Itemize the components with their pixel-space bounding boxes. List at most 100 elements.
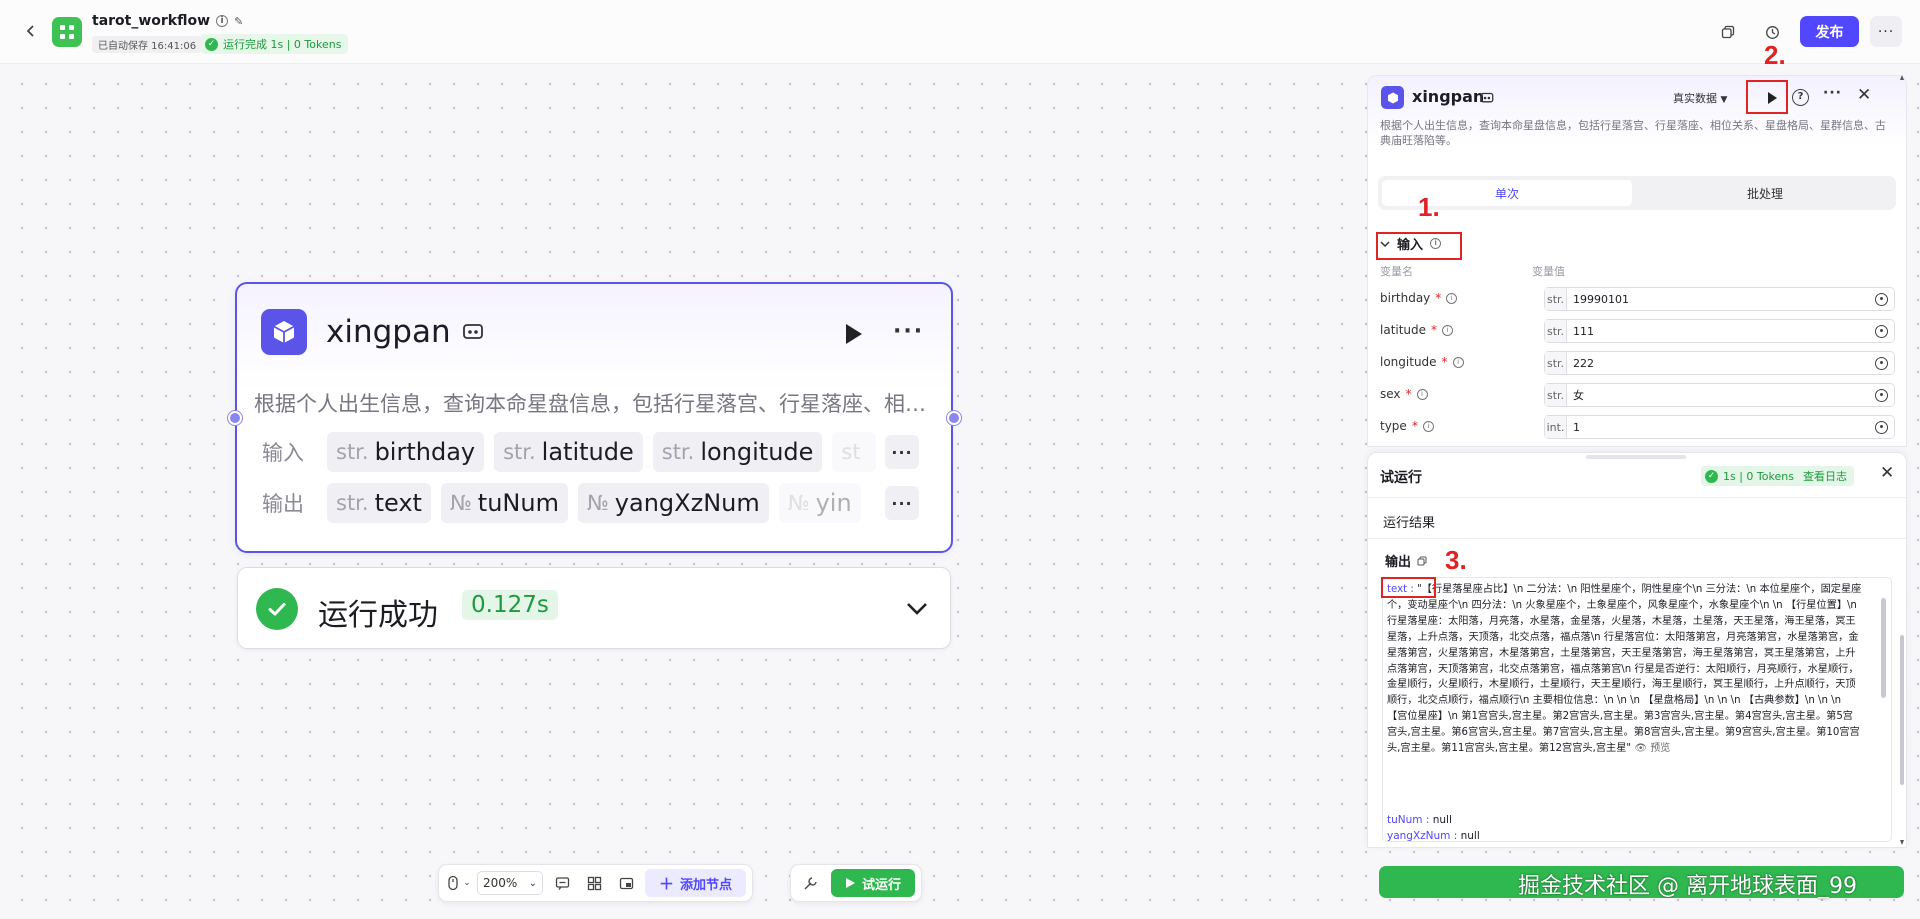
input-chip: str. longitude — [652, 432, 823, 472]
close-icon[interactable]: ✕ — [1857, 85, 1871, 105]
zoom-select[interactable]: 200% ⌄ — [477, 871, 543, 895]
field-row-birthday: birthday * i str. 19990101 — [1380, 287, 1895, 311]
outputs-more-button[interactable]: ··· — [885, 486, 919, 520]
type-tag: str. — [1545, 384, 1567, 406]
plugin-cube-icon — [261, 309, 307, 355]
success-check-icon — [256, 588, 298, 630]
run-status-badge[interactable]: ✓ 运行完成 1s | 0 Tokens — [201, 34, 349, 54]
annotation-label-1: 1. — [1418, 192, 1440, 222]
trial-run-button[interactable]: 试运行 — [831, 869, 916, 897]
chevron-down-icon[interactable] — [904, 597, 930, 619]
annotation-label-3: 3. — [1445, 545, 1467, 575]
panel-description: 根据个人出生信息，查询本命星盘信息，包括行星落宫、行星落座、相位关系、星盘格局、… — [1380, 119, 1886, 147]
variable-picker-icon[interactable] — [1875, 388, 1888, 402]
publish-button[interactable]: 发布 — [1800, 16, 1859, 47]
debug-tool-icon[interactable] — [797, 870, 823, 896]
top-bar: tarot_workflow i ✎ 已自动保存 16:41:06 ✓ 运行完成… — [0, 0, 1920, 64]
info-icon[interactable]: i — [216, 15, 229, 27]
field-name: longitude — [1380, 355, 1437, 369]
node-title: xingpan — [326, 314, 451, 350]
annotation-box-run — [1746, 80, 1788, 114]
run-result-card[interactable]: 运行成功 0.127s — [237, 567, 951, 649]
inputs-more-button[interactable]: ··· — [885, 435, 919, 469]
node-more-icon[interactable]: ··· — [893, 319, 924, 344]
run-mode-tabs: 单次 批处理 — [1378, 176, 1896, 210]
variable-picker-icon[interactable] — [1875, 324, 1888, 338]
info-icon: i — [1442, 324, 1454, 336]
copy-icon — [1417, 556, 1427, 565]
more-menu-button[interactable]: ··· — [1870, 16, 1902, 47]
layout-icon[interactable] — [581, 870, 607, 896]
preview-link[interactable]: 👁 预览 — [1634, 743, 1670, 754]
latitude-input[interactable]: str. 111 — [1544, 319, 1895, 343]
plugin-badge-icon — [1480, 90, 1494, 104]
trial-status-badge: ✓ 1s | 0 Tokens 查看日志 — [1701, 466, 1854, 486]
comment-icon[interactable] — [549, 870, 575, 896]
type-tag: int. — [1545, 416, 1567, 438]
plugin-node-xingpan[interactable]: xingpan ··· 根据个人出生信息，查询本命星盘信息，包括行星落宫、行星落… — [228, 282, 961, 553]
type-tag: str. — [1545, 288, 1567, 310]
variable-picker-icon[interactable] — [1875, 292, 1888, 306]
variable-picker-icon[interactable] — [1875, 356, 1888, 370]
info-icon: i — [1422, 420, 1434, 432]
output-chip: № yin — [778, 483, 861, 523]
plugin-badge-icon — [462, 322, 484, 342]
minimap-icon[interactable] — [613, 870, 639, 896]
annotation-box-input — [1376, 232, 1462, 260]
output-json-viewer[interactable]: text : "【行星落星座占比】\n 二分法：\n 阳性星座个，阴性星座个\n… — [1382, 577, 1892, 842]
field-value: 19990101 — [1573, 292, 1629, 306]
mouse-mode-icon[interactable]: ⌄ — [445, 870, 471, 896]
longitude-input[interactable]: str. 222 — [1544, 351, 1895, 375]
data-mode-select[interactable]: 真实数据 ▼ — [1673, 90, 1727, 106]
plus-icon: ＋ — [659, 874, 675, 893]
type-tag: str. — [1545, 352, 1567, 374]
tab-batch[interactable]: 批处理 — [1640, 180, 1890, 206]
copy-icon[interactable] — [1716, 20, 1740, 44]
output-chip: str. text — [327, 483, 431, 523]
info-icon: i — [1416, 388, 1428, 400]
type-tag: str. — [1545, 320, 1567, 342]
field-name: birthday — [1380, 291, 1431, 305]
help-icon[interactable]: ? — [1792, 89, 1809, 106]
output-port[interactable] — [947, 411, 961, 425]
trial-run-label: 试运行 — [862, 877, 902, 893]
edit-icon[interactable]: ✎ — [234, 15, 243, 28]
node-config-panel: xingpan 真实数据 ▼ ? ··· ✕ 根据个人出生信息，查询本命星盘信息… — [1367, 75, 1907, 447]
panel-scrollbar[interactable] — [1899, 75, 1905, 845]
close-icon[interactable]: ✕ — [1880, 463, 1894, 483]
output-heading: 输出 — [1385, 551, 1427, 570]
workflow-title-text: tarot_workflow — [92, 13, 211, 29]
run-success-text: 运行成功 — [318, 598, 438, 633]
panel-more-icon[interactable]: ··· — [1823, 85, 1842, 101]
input-label: 输入 — [262, 441, 304, 465]
node-run-icon[interactable] — [840, 321, 866, 347]
view-log-link[interactable]: 查看日志 — [1803, 468, 1847, 484]
info-icon: i — [1446, 292, 1458, 304]
birthday-input[interactable]: str. 19990101 — [1544, 287, 1895, 311]
node-description: 根据个人出生信息，查询本命星盘信息，包括行星落宫、行星落座、相位关系、星盘格局、… — [254, 392, 944, 416]
back-arrow-icon[interactable] — [22, 22, 40, 40]
add-node-button[interactable]: ＋ 添加节点 — [645, 869, 747, 897]
data-mode-label: 真实数据 — [1673, 92, 1717, 105]
output-value-text: "【行星落星座占比】\n 二分法：\n 阳性星座个，阴性星座个\n 三分法：\n… — [1387, 584, 1862, 755]
type-input[interactable]: int. 1 — [1544, 415, 1895, 439]
run-status-text: 运行完成 1s | 0 Tokens — [223, 38, 342, 51]
input-port[interactable] — [228, 411, 242, 425]
variable-picker-icon[interactable] — [1875, 420, 1888, 434]
output-label: 输出 — [262, 492, 304, 516]
output-heading-label: 输出 — [1385, 555, 1412, 570]
column-header-value: 变量值 — [1532, 265, 1565, 278]
check-circle-icon: ✓ — [1705, 469, 1718, 483]
check-circle-icon: ✓ — [205, 37, 218, 51]
input-chip: str. birthday — [327, 432, 485, 472]
run-duration-badge: 0.127s — [462, 590, 558, 620]
panel-title: xingpan — [1412, 87, 1485, 106]
resize-handle[interactable] — [1586, 455, 1686, 459]
scrollbar[interactable] — [1881, 598, 1886, 698]
output-chip: № yangXzNum — [577, 483, 769, 523]
field-name: type — [1380, 419, 1407, 433]
annotation-box-text — [1381, 577, 1436, 598]
node-output-row: 输出 str. text № tuNum № yangXzNum № yin — [262, 483, 861, 523]
sex-input[interactable]: str. 女 — [1544, 383, 1895, 407]
watermark-text: 掘金技术社区 @ 离开地球表面_99 — [1518, 874, 1857, 899]
